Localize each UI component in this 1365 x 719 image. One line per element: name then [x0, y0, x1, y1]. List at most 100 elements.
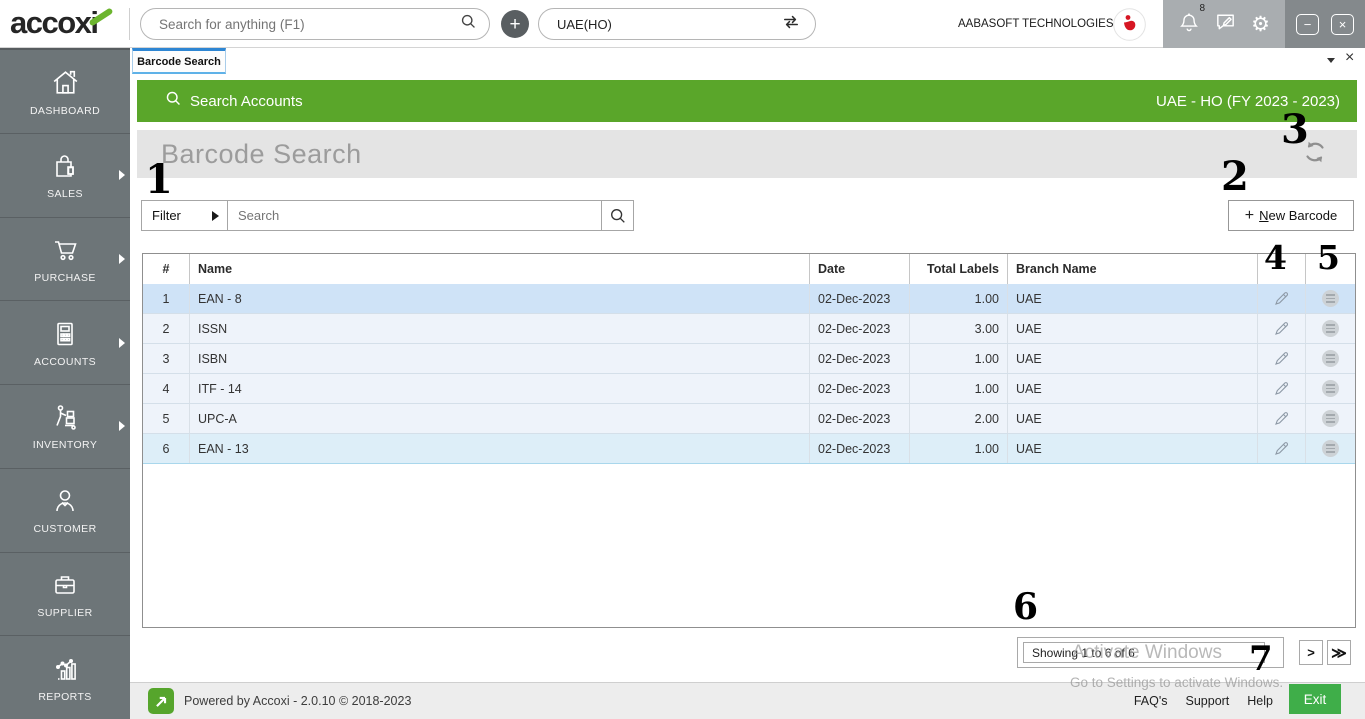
sidebar-item-accounts[interactable]: ACCOUNTS — [0, 301, 130, 385]
company-avatar[interactable] — [1113, 8, 1146, 46]
cell-name: ISBN — [190, 344, 810, 373]
table-search-input[interactable] — [228, 208, 601, 223]
global-search[interactable] — [140, 8, 490, 40]
sidebar-item-purchase[interactable]: PURCHASE — [0, 218, 130, 302]
row-menu-button[interactable] — [1306, 284, 1355, 313]
table-search-button[interactable] — [601, 200, 634, 231]
edit-row-button[interactable] — [1258, 404, 1306, 433]
annotation-4: 4 — [1264, 238, 1287, 277]
add-new-button[interactable]: + — [501, 10, 529, 38]
last-page-button[interactable]: ≫ — [1327, 640, 1351, 665]
tab-barcode-search[interactable]: Barcode Search — [132, 48, 226, 74]
sidebar-nav: DASHBOARD SALES PURCHASE ACCOUNTS INVENT… — [0, 48, 130, 719]
company-name: AABASOFT TECHNOLOGIES — [958, 18, 1114, 30]
cell-num: 1 — [143, 284, 190, 313]
new-barcode-button[interactable]: + New Barcode — [1228, 200, 1354, 231]
search-accounts-icon — [165, 90, 182, 112]
global-search-input[interactable] — [157, 15, 460, 33]
next-page-button[interactable]: > — [1299, 640, 1323, 665]
menu-icon — [1322, 440, 1339, 457]
accoxi-footer-logo — [148, 688, 174, 714]
table-row[interactable]: 6 EAN - 13 02-Dec-2023 1.00 UAE — [143, 434, 1355, 464]
topbar-icon-panel: 8 ⚙ — [1163, 0, 1285, 48]
edit-row-button[interactable] — [1258, 374, 1306, 403]
branch-selector[interactable]: UAE(HO) — [538, 8, 816, 40]
edit-row-button[interactable] — [1258, 284, 1306, 313]
help-link[interactable]: Help — [1247, 694, 1273, 708]
sidebar-item-customer[interactable]: CUSTOMER — [0, 469, 130, 553]
pencil-icon — [1275, 352, 1289, 365]
table-row[interactable]: 5 UPC-A 02-Dec-2023 2.00 UAE — [143, 404, 1355, 434]
row-menu-button[interactable] — [1306, 344, 1355, 373]
switch-branch-icon[interactable] — [781, 12, 801, 37]
row-menu-button[interactable] — [1306, 434, 1355, 463]
table-row[interactable]: 3 ISBN 02-Dec-2023 1.00 UAE — [143, 344, 1355, 374]
cell-num: 4 — [143, 374, 190, 403]
pencil-icon — [1275, 382, 1289, 395]
col-header-date: Date — [810, 254, 910, 284]
edit-row-button[interactable] — [1258, 314, 1306, 343]
plus-icon: + — [509, 13, 521, 35]
edit-row-button[interactable] — [1258, 344, 1306, 373]
cart-icon — [55, 241, 77, 260]
sidebar-item-label: INVENTORY — [32, 439, 98, 452]
notifications-button[interactable]: 8 — [1178, 3, 1205, 39]
row-menu-button[interactable] — [1306, 404, 1355, 433]
sidebar-item-supplier[interactable]: SUPPLIER — [0, 553, 130, 637]
sidebar-item-sales[interactable]: SALES — [0, 134, 130, 218]
submenu-arrow-icon — [119, 421, 125, 432]
cell-date: 02-Dec-2023 — [810, 284, 910, 313]
pencil-icon — [1275, 412, 1289, 425]
table-row[interactable]: 1 EAN - 8 02-Dec-2023 1.00 UAE — [143, 284, 1355, 314]
page-title: Barcode Search — [161, 138, 362, 169]
table-row[interactable]: 4 ITF - 14 02-Dec-2023 1.00 UAE — [143, 374, 1355, 404]
edit-row-button[interactable] — [1258, 434, 1306, 463]
settings-gear-icon[interactable]: ⚙ — [1251, 14, 1270, 35]
cell-branch: UAE — [1008, 434, 1258, 463]
tab-list-caret-icon[interactable] — [1327, 58, 1335, 63]
exit-button[interactable]: Exit — [1289, 684, 1341, 714]
faqs-link[interactable]: FAQ's — [1134, 694, 1168, 708]
sidebar-item-dashboard[interactable]: DASHBOARD — [0, 50, 130, 134]
annotation-2: 2 — [1221, 153, 1249, 200]
reports-chart-icon — [56, 658, 76, 680]
close-button[interactable]: × — [1331, 13, 1354, 35]
annotation-1: 1 — [145, 156, 173, 203]
page-title-bar: Barcode Search — [137, 130, 1357, 178]
submenu-arrow-icon — [119, 253, 125, 264]
cell-total-labels: 1.00 — [910, 284, 1008, 313]
tab-close-icon[interactable]: × — [1345, 50, 1354, 66]
company-menu[interactable]: AABASOFT TECHNOLOGIES — [958, 0, 1126, 48]
new-barcode-label: New Barcode — [1259, 208, 1338, 223]
home-icon — [53, 70, 77, 94]
cell-date: 02-Dec-2023 — [810, 434, 910, 463]
cell-branch: UAE — [1008, 344, 1258, 373]
cell-num: 6 — [143, 434, 190, 463]
window-controls: − × — [1285, 0, 1365, 48]
cell-date: 02-Dec-2023 — [810, 404, 910, 433]
cell-date: 02-Dec-2023 — [810, 344, 910, 373]
tab-strip — [130, 48, 1365, 77]
row-menu-button[interactable] — [1306, 374, 1355, 403]
table-search-field[interactable] — [227, 200, 602, 231]
sidebar-item-label: DASHBOARD — [29, 104, 101, 117]
app-window: accoxi + UAE(HO) AABASOFT TECHNOLOGIES — [0, 0, 1365, 719]
cell-name: EAN - 13 — [190, 434, 810, 463]
submenu-arrow-icon — [119, 337, 125, 348]
plus-icon: + — [1244, 206, 1255, 224]
messages-button[interactable] — [1214, 10, 1237, 38]
filter-dropdown[interactable]: Filter — [141, 200, 228, 231]
sidebar-item-inventory[interactable]: INVENTORY — [0, 385, 130, 469]
support-link[interactable]: Support — [1186, 694, 1230, 708]
sidebar-item-reports[interactable]: REPORTS — [0, 636, 130, 719]
briefcase-icon — [55, 576, 75, 594]
row-menu-button[interactable] — [1306, 314, 1355, 343]
menu-icon — [1322, 380, 1339, 397]
search-icon[interactable] — [460, 13, 477, 35]
table-row[interactable]: 2 ISSN 02-Dec-2023 3.00 UAE — [143, 314, 1355, 344]
cell-branch: UAE — [1008, 284, 1258, 313]
fiscal-year-label: UAE - HO (FY 2023 - 2023) — [1156, 92, 1340, 110]
menu-icon — [1322, 410, 1339, 427]
branch-value: UAE(HO) — [557, 16, 612, 32]
minimize-button[interactable]: − — [1296, 13, 1319, 35]
